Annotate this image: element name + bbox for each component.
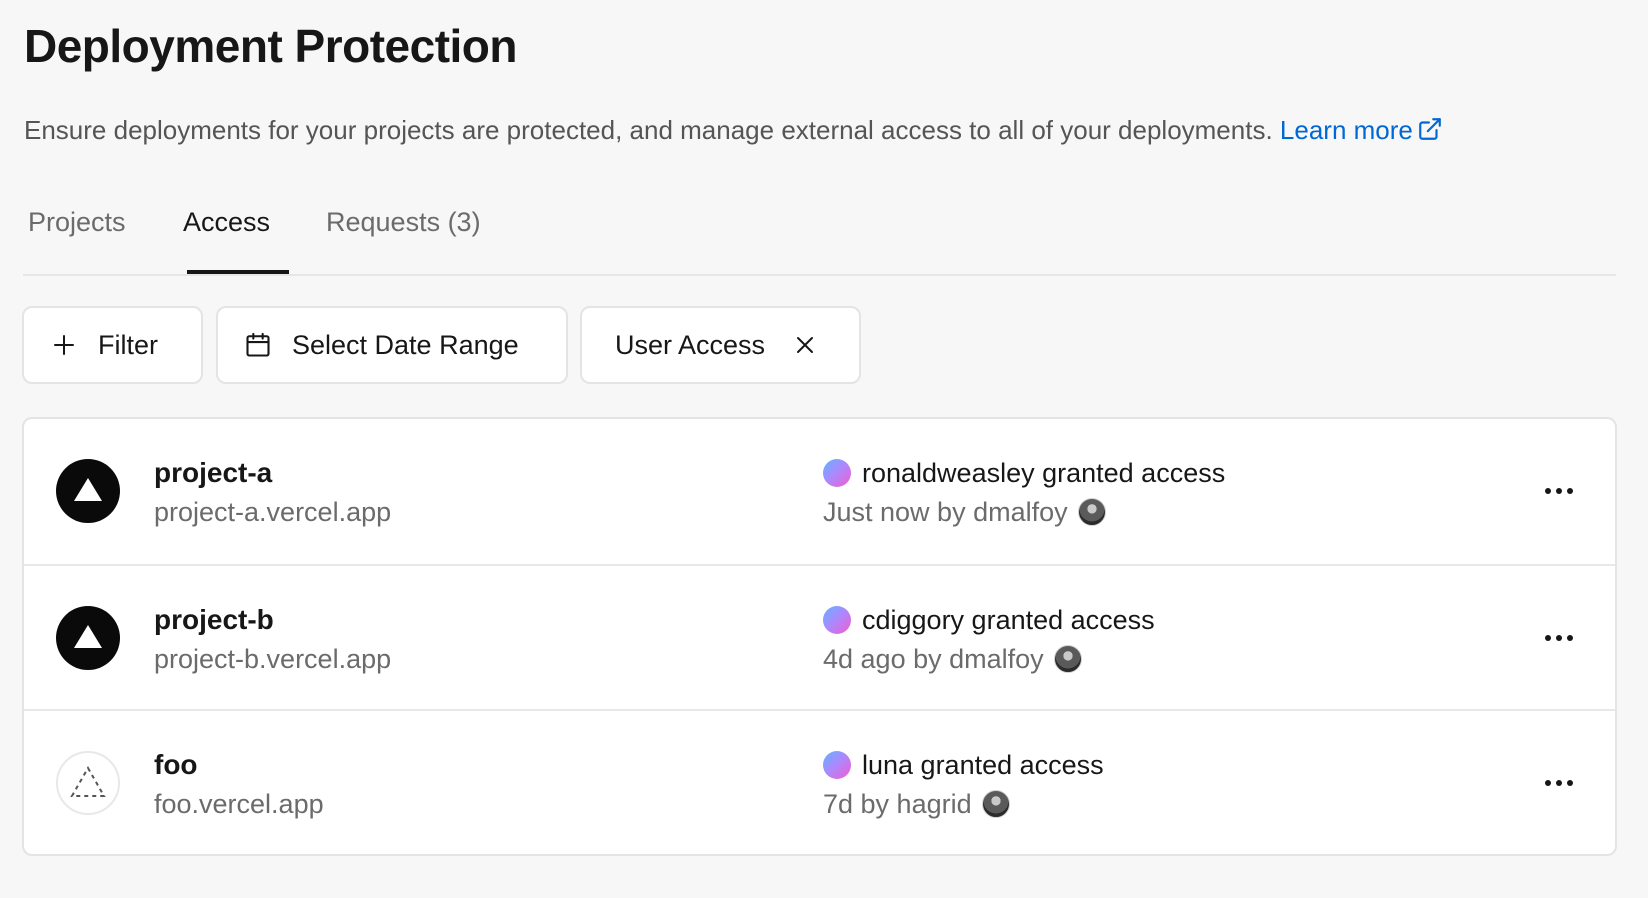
avatar — [1053, 645, 1082, 673]
grant-meta-text: 7d by hagrid — [823, 789, 972, 819]
list-item: foo foo.vercel.app luna granted access 7… — [24, 709, 1615, 854]
user-avatar-gradient-icon — [823, 606, 851, 634]
grant-meta: 4d ago by dmalfoy — [823, 641, 1082, 677]
user-avatar-gradient-icon — [823, 459, 851, 487]
project-name[interactable]: project-b — [154, 602, 274, 638]
date-range-label: Select Date Range — [292, 329, 519, 360]
grant-text: ronaldweasley granted access — [862, 458, 1226, 488]
project-name[interactable]: foo — [154, 747, 198, 783]
project-domain[interactable]: foo.vercel.app — [154, 786, 324, 822]
plus-icon — [52, 333, 76, 357]
project-logo-dashed-icon — [56, 751, 120, 815]
avatar — [981, 790, 1010, 818]
list-item: project-a project-a.vercel.app ronaldwea… — [24, 419, 1615, 564]
filter-button[interactable]: Filter — [22, 306, 203, 384]
project-domain[interactable]: project-a.vercel.app — [154, 494, 391, 530]
user-avatar-gradient-icon — [823, 751, 851, 779]
project-logo-icon — [56, 459, 120, 523]
calendar-icon — [244, 331, 272, 359]
grant-meta: 7d by hagrid — [823, 786, 1010, 822]
project-logo-icon — [56, 606, 120, 670]
grant-text: cdiggory granted access — [862, 605, 1155, 635]
more-options-icon[interactable] — [1539, 620, 1579, 656]
learn-more-label: Learn more — [1279, 115, 1413, 145]
access-list: project-a project-a.vercel.app ronaldwea… — [22, 417, 1617, 856]
tab-requests[interactable]: Requests (3) — [326, 202, 481, 242]
page-description: Ensure deployments for your projects are… — [24, 112, 1443, 151]
grant-meta-text: Just now by dmalfoy — [823, 497, 1068, 527]
close-icon[interactable] — [793, 333, 817, 357]
filter-label: Filter — [98, 329, 158, 360]
page: Deployment Protection Ensure deployments… — [0, 0, 1648, 898]
tab-access[interactable]: Access — [183, 202, 270, 242]
page-title: Deployment Protection — [24, 20, 518, 72]
description-text: Ensure deployments for your projects are… — [24, 115, 1273, 145]
user-access-filter-chip[interactable]: User Access — [580, 306, 861, 384]
user-access-filter-label: User Access — [615, 329, 766, 360]
project-name[interactable]: project-a — [154, 455, 272, 491]
grant-meta-text: 4d ago by dmalfoy — [823, 644, 1044, 674]
active-tab-indicator — [187, 270, 289, 274]
tab-projects[interactable]: Projects — [28, 202, 126, 242]
more-options-icon[interactable] — [1539, 473, 1579, 509]
grant-meta: Just now by dmalfoy — [823, 494, 1106, 530]
external-link-icon — [1417, 115, 1443, 151]
avatar — [1077, 498, 1106, 526]
learn-more-link[interactable]: Learn more — [1280, 115, 1443, 145]
list-item: project-b project-b.vercel.app cdiggory … — [24, 564, 1615, 709]
more-options-icon[interactable] — [1539, 765, 1579, 801]
date-range-button[interactable]: Select Date Range — [216, 306, 568, 384]
grant-text: luna granted access — [862, 750, 1104, 780]
tab-bar: Projects Access Requests (3) — [23, 188, 1616, 276]
project-domain[interactable]: project-b.vercel.app — [154, 641, 391, 677]
